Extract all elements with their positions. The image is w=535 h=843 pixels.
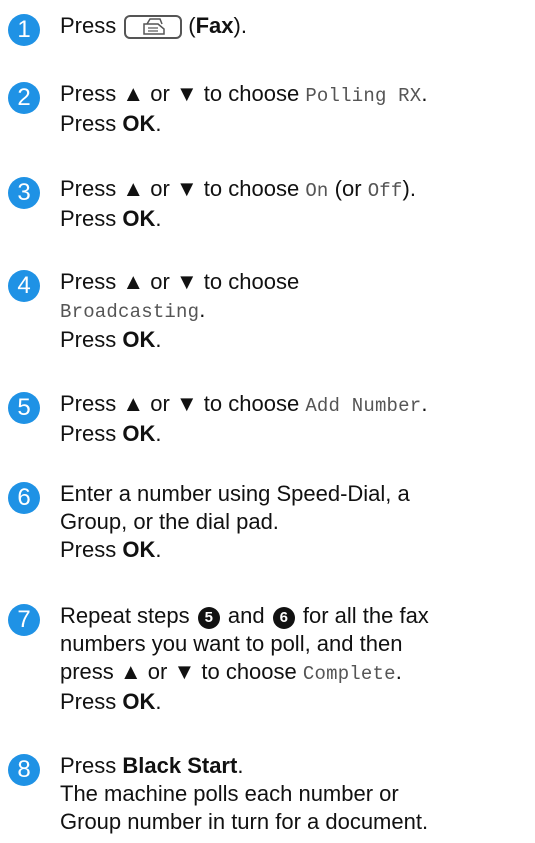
step-number: 6 <box>8 482 40 514</box>
ok-prefix: Press <box>60 327 117 352</box>
menu-option-on: On <box>305 180 329 202</box>
step-instruction: Press ▲ or ▼ to choose <box>60 81 300 106</box>
step-text: Press ▲ or ▼ to choose On (or Off). Pres… <box>60 176 416 231</box>
step-text: Enter a number using Speed-Dial, a Group… <box>60 481 410 562</box>
step-line-2: Group, or the dial pad. <box>60 509 279 534</box>
step-text: Press ▲ or ▼ to choose Broadcasting. Pre… <box>60 269 300 352</box>
step-text: Press ▲ or ▼ to choose Add Number. Press… <box>60 391 428 446</box>
step-number: 8 <box>8 754 40 786</box>
step-line-3: press ▲ or ▼ to choose <box>60 659 297 684</box>
step-press: Press <box>60 13 117 38</box>
step-number: 1 <box>8 14 40 46</box>
ok-prefix: Press <box>60 537 117 562</box>
or-text: (or <box>334 176 362 201</box>
repeat-tail: for all the fax <box>302 603 429 628</box>
step-number: 5 <box>8 392 40 424</box>
step-text: Press ▲ or ▼ to choose Polling RX. Press… <box>60 81 428 136</box>
ok-key: OK <box>122 689 156 714</box>
menu-option: Add Number <box>305 395 422 417</box>
instruction-page: 1 Press (Fax). 2 Press ▲ or ▼ to choose P… <box>0 0 535 843</box>
step-line-3: Group number in turn for a document. <box>60 809 429 834</box>
menu-option: Polling RX <box>305 85 422 107</box>
fax-label: Fax <box>195 13 234 38</box>
close-paren: ). <box>402 176 416 201</box>
ok-prefix: Press <box>60 421 117 446</box>
step-ref-6: 6 <box>272 607 295 629</box>
ok-prefix: Press <box>60 111 117 136</box>
step-line-2: The machine polls each number or <box>60 781 399 806</box>
ok-key: OK <box>122 537 156 562</box>
fax-button-icon <box>124 15 183 39</box>
ok-key: OK <box>122 206 156 231</box>
black-start-key: Black Start <box>122 753 238 778</box>
ok-key: OK <box>122 327 156 352</box>
step-press: Press <box>60 753 117 778</box>
step-line-1: Enter a number using Speed-Dial, a <box>60 481 410 506</box>
step-text: Press (Fax). <box>60 13 247 39</box>
step-number: 4 <box>8 270 40 302</box>
ok-prefix: Press <box>60 689 117 714</box>
step-instruction: Press ▲ or ▼ to choose <box>60 176 300 201</box>
menu-option: Broadcasting <box>60 301 200 323</box>
step-instruction: Press ▲ or ▼ to choose <box>60 391 300 416</box>
step-instruction: Press ▲ or ▼ to choose <box>60 269 300 294</box>
ok-prefix: Press <box>60 206 117 231</box>
step-number: 3 <box>8 177 40 209</box>
step-text: Repeat steps 5 and 6 for all the fax num… <box>60 603 429 714</box>
step-number: 7 <box>8 604 40 636</box>
step-line-2: numbers you want to poll, and then <box>60 631 403 656</box>
ok-key: OK <box>122 111 156 136</box>
fax-icon <box>143 18 165 35</box>
and-text: and <box>227 603 265 628</box>
repeat-text: Repeat steps <box>60 603 190 628</box>
step-ref-5: 5 <box>197 607 220 629</box>
ok-key: OK <box>122 421 156 446</box>
menu-option-off: Off <box>367 180 403 202</box>
step-text: Press Black Start. The machine polls eac… <box>60 753 429 834</box>
menu-option: Complete <box>302 663 396 685</box>
step-number: 2 <box>8 82 40 114</box>
